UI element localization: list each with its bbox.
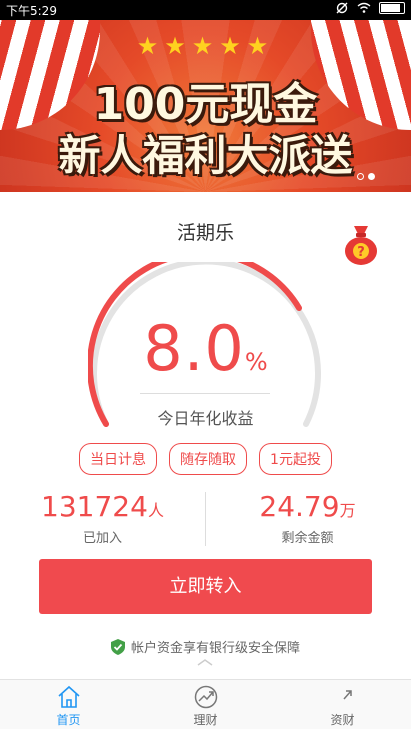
tab-finance-label: 理财 xyxy=(193,713,218,727)
carousel-dots[interactable] xyxy=(357,173,375,180)
remaining-unit: 万 xyxy=(339,501,356,520)
security-text: 帐户资金享有银行级安全保障 xyxy=(130,641,300,656)
stars-icon: ★★★★★ xyxy=(136,32,275,60)
annual-rate: 8.0% xyxy=(0,312,411,385)
joined-value: 131724 xyxy=(41,490,148,523)
asset-arrow-icon xyxy=(342,690,352,700)
joined-stat: 131724人 已加入 xyxy=(20,490,185,546)
rate-label: 今日年化收益 xyxy=(157,409,254,428)
remaining-value: 24.79 xyxy=(259,490,340,523)
shield-check-icon xyxy=(110,638,125,655)
tab-finance[interactable]: 理财 xyxy=(137,680,274,729)
alarm-icon xyxy=(335,2,349,14)
stats-divider xyxy=(205,492,206,546)
home-icon xyxy=(57,685,80,708)
joined-label: 已加入 xyxy=(82,531,122,546)
rate-divider xyxy=(140,393,270,394)
carousel-dot[interactable] xyxy=(357,173,364,180)
joined-unit: 人 xyxy=(147,501,164,520)
status-time: 下午5:29 xyxy=(6,4,57,18)
battery-icon xyxy=(379,2,405,14)
chevron-up-icon[interactable] xyxy=(196,658,214,668)
tag-daily-interest: 当日计息 xyxy=(79,443,158,475)
tag-flexible-withdraw: 随存随取 xyxy=(169,443,248,475)
rate-unit: % xyxy=(244,348,268,376)
bottom-tab-bar: 首页 理财 资财 xyxy=(0,679,411,729)
status-icons xyxy=(335,2,405,14)
chart-trend-icon xyxy=(194,685,217,709)
tab-home[interactable]: 首页 xyxy=(0,680,137,729)
money-bag-icon[interactable]: ? xyxy=(343,222,379,266)
feature-tags: 当日计息 随存随取 1元起投 xyxy=(0,443,411,475)
tab-assets-label: 资财 xyxy=(330,713,355,727)
tab-home-label: 首页 xyxy=(56,713,81,727)
rate-value: 8.0 xyxy=(143,312,245,385)
tag-min-invest: 1元起投 xyxy=(259,443,332,475)
remaining-stat: 24.79万 剩余金额 xyxy=(225,490,390,546)
status-bar: 下午5:29 xyxy=(0,0,411,20)
promo-banner[interactable]: ★★★★★ 100元现金 新人福利大派送 xyxy=(0,20,411,192)
carousel-dot-active[interactable] xyxy=(368,173,375,180)
svg-text:?: ? xyxy=(357,245,365,260)
wifi-icon xyxy=(357,2,371,14)
security-note: 帐户资金享有银行级安全保障 xyxy=(0,637,411,656)
banner-subheadline: 新人福利大派送 xyxy=(58,131,353,180)
transfer-in-button[interactable]: 立即转入 xyxy=(39,559,372,614)
tab-assets[interactable]: 资财 xyxy=(274,680,411,729)
remaining-label: 剩余金额 xyxy=(281,531,334,546)
